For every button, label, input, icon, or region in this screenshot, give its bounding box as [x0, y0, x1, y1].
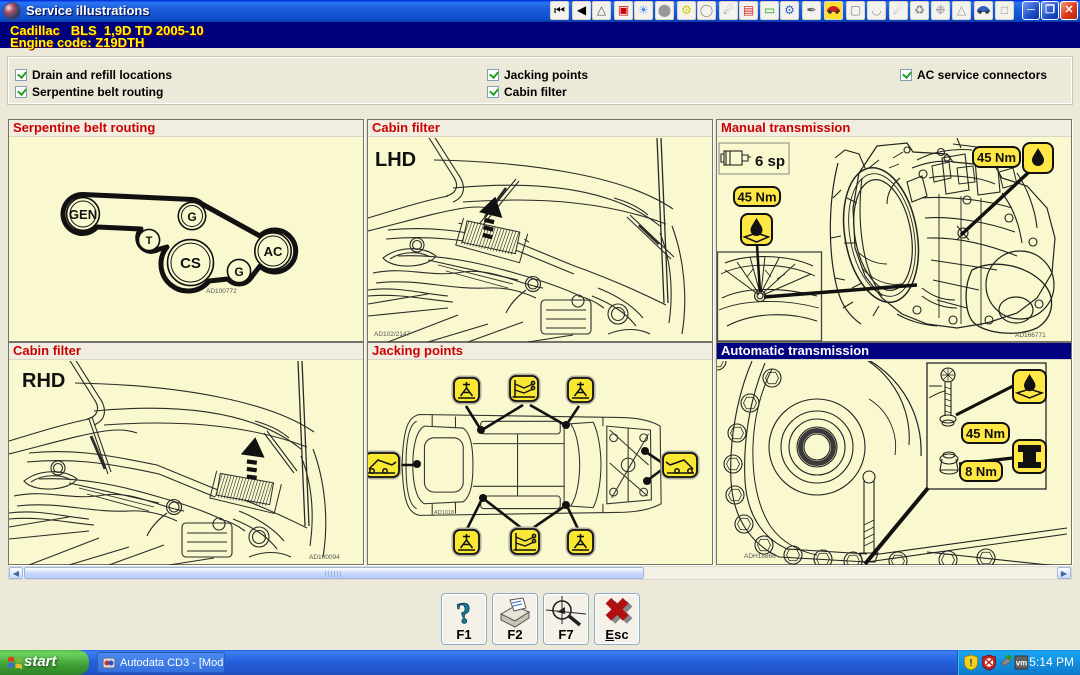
svg-text:T: T [146, 235, 153, 247]
svg-text:vm: vm [1016, 659, 1028, 668]
svg-text:CS: CS [180, 255, 201, 272]
svg-text:G: G [187, 210, 196, 224]
svg-text:?: ? [454, 596, 473, 630]
svg-text:✖: ✖ [604, 596, 631, 628]
svg-text:ADH18866: ADH18866 [744, 553, 776, 560]
svg-text:6 sp: 6 sp [755, 153, 785, 170]
svg-text:AD100772: AD100772 [206, 288, 237, 295]
svg-text:AD100094: AD100094 [309, 554, 340, 561]
svg-text:AD166771: AD166771 [1015, 332, 1046, 339]
svg-text:AD102/2147: AD102/2147 [374, 331, 411, 338]
svg-text:45 Nm: 45 Nm [977, 150, 1016, 165]
svg-text:45 Nm: 45 Nm [737, 190, 776, 205]
svg-text:G: G [234, 265, 243, 279]
svg-text:RHD: RHD [22, 370, 65, 392]
svg-text:8 Nm: 8 Nm [965, 464, 997, 479]
svg-text:LHD: LHD [375, 149, 416, 171]
svg-text:AD1018: AD1018 [434, 510, 454, 516]
svg-text:AC: AC [264, 244, 283, 259]
svg-text:GEN: GEN [69, 207, 97, 222]
svg-text:!: ! [969, 658, 972, 669]
svg-text:45 Nm: 45 Nm [966, 426, 1005, 441]
